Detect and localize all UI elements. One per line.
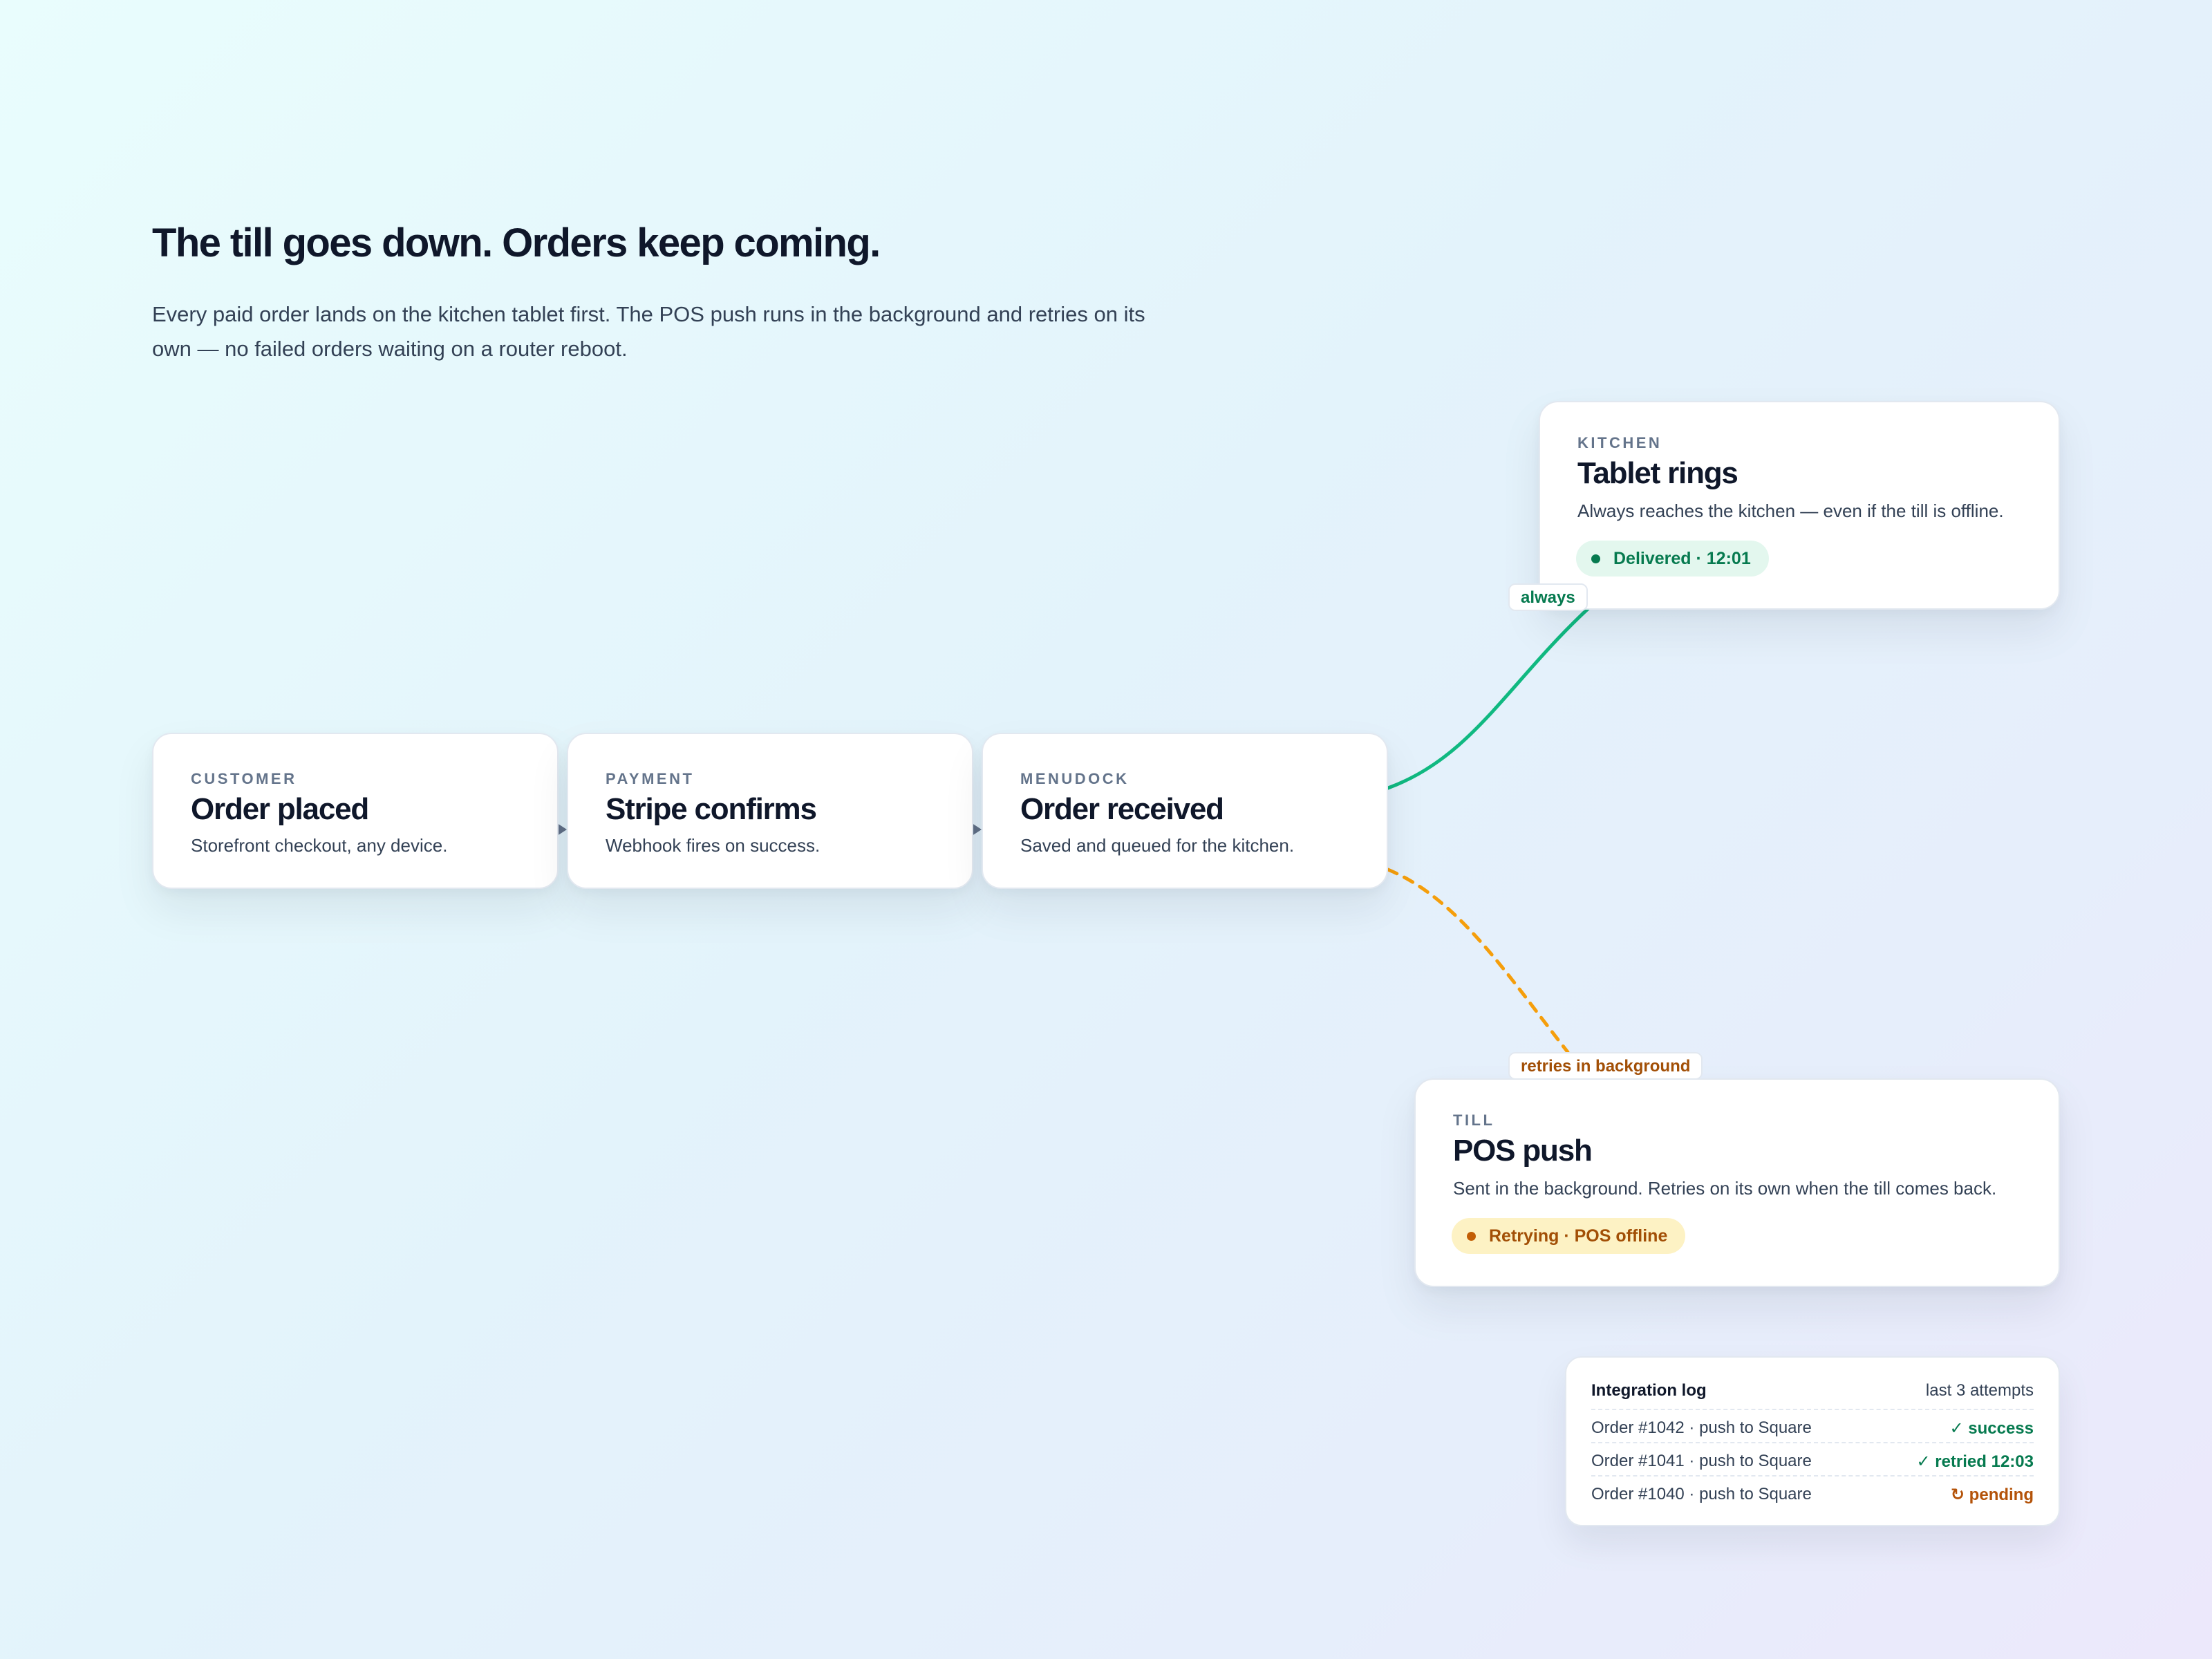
kitchen-connector [1386,606,1591,790]
step-title: Stripe confirms [606,792,817,826]
step-title: Order received [1020,792,1224,826]
step-eyebrow: CUSTOMER [191,770,297,787]
log-meta: last 3 attempts [1925,1381,2034,1400]
status-badge-label: Retrying · POS offline [1489,1226,1668,1246]
till-description: Sent in the background. Retries on its o… [1453,1178,1997,1199]
step-eyebrow: MENUDOCK [1020,770,1130,787]
till-eyebrow: TILL [1453,1112,1495,1129]
step-description: Saved and queued for the kitchen. [1020,835,1295,856]
kitchen-title: Tablet rings [1577,456,1738,490]
integration-log-panel: Integration log last 3 attempts Order #1… [1565,1356,2060,1526]
step-card-menudock: MENUDOCK Order received Saved and queued… [982,733,1388,889]
log-row-status: ✓ success [1949,1419,2034,1438]
log-header: Integration log last 3 attempts [1591,1381,2034,1406]
log-row: Order #1042 · push to Square ✓ success [1591,1409,2034,1442]
step-eyebrow: PAYMENT [606,770,695,787]
page-title: The till goes down. Orders keep coming. [152,221,881,265]
step-card-payment: PAYMENT Stripe confirms Webhook fires on… [567,733,973,889]
step-description: Webhook fires on success. [606,835,821,856]
log-row-label: Order #1040 · push to Square [1591,1485,1812,1503]
log-title: Integration log [1591,1381,1707,1400]
status-dot-icon [1467,1232,1476,1241]
page-subtitle: Every paid order lands on the kitchen ta… [152,302,1145,361]
log-row-status: ✓ retried 12:03 [1916,1452,2034,1471]
edge-label-retries: retries in background [1508,1052,1703,1080]
till-connector [1386,868,1570,1054]
kitchen-card: KITCHEN Tablet rings Always reaches the … [1539,401,2060,610]
step-card-customer: CUSTOMER Order placed Storefront checkou… [152,733,559,889]
log-row: Order #1040 · push to Square ↻ pending [1591,1475,2034,1508]
status-badge-label: Delivered · 12:01 [1613,549,1751,568]
status-badge-retrying: Retrying · POS offline [1452,1218,1686,1254]
kitchen-description: Always reaches the kitchen — even if the… [1577,500,2004,521]
log-row-status: ↻ pending [1950,1485,2034,1504]
status-dot-icon [1591,554,1600,563]
log-row-label: Order #1042 · push to Square [1591,1418,1812,1437]
log-row: Order #1041 · push to Square ✓ retried 1… [1591,1442,2034,1475]
till-title: POS push [1453,1134,1593,1168]
step-description: Storefront checkout, any device. [191,835,448,856]
step-title: Order placed [191,792,369,826]
status-badge-delivered: Delivered · 12:01 [1576,541,1769,577]
edge-label-always: always [1508,583,1588,611]
kitchen-eyebrow: KITCHEN [1577,434,1662,451]
till-card: TILL POS push Sent in the background. Re… [1414,1078,2060,1287]
log-row-label: Order #1041 · push to Square [1591,1452,1812,1470]
